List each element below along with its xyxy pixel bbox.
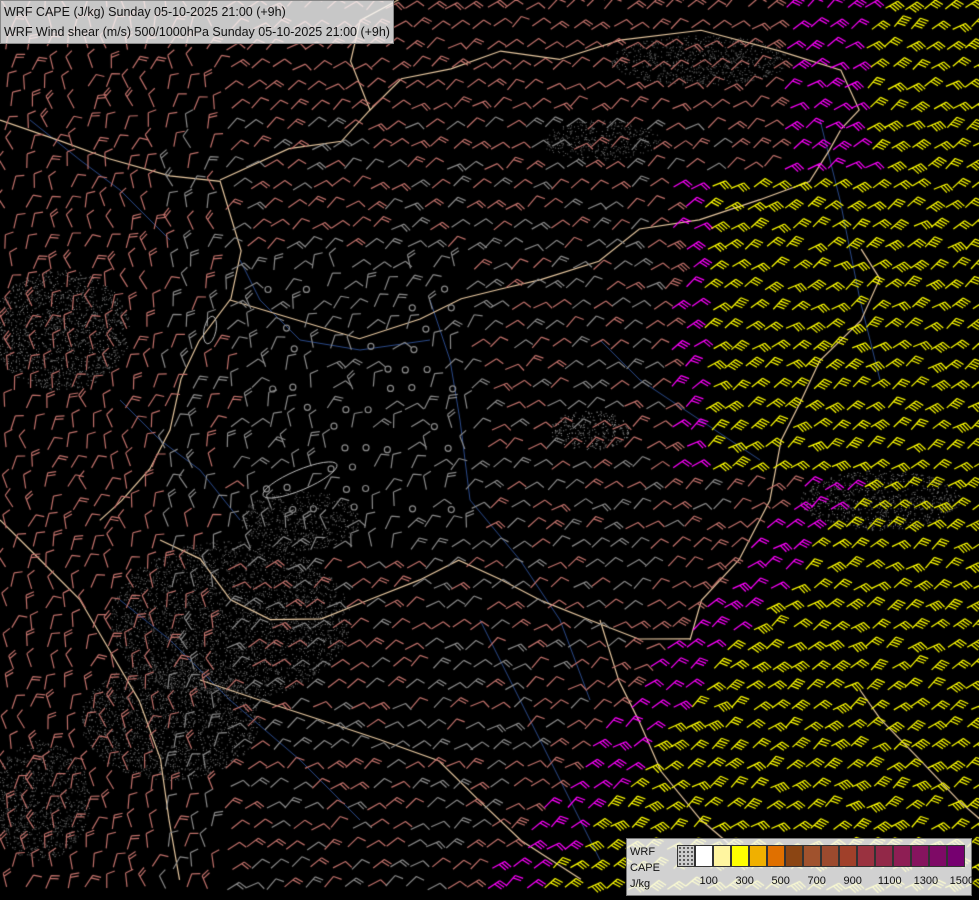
legend-swatch bbox=[821, 845, 839, 867]
legend-swatch bbox=[857, 845, 875, 867]
legend-swatch bbox=[785, 845, 803, 867]
legend-swatch bbox=[911, 845, 929, 867]
legend-swatch bbox=[875, 845, 893, 867]
legend-label-block: WRF CAPE J/kg bbox=[630, 844, 660, 892]
legend-swatch bbox=[695, 845, 713, 867]
legend-tick-label: 1500 bbox=[949, 875, 975, 887]
legend-swatch bbox=[893, 845, 911, 867]
legend-tick-label: 500 bbox=[771, 875, 790, 887]
legend-swatch bbox=[713, 845, 731, 867]
legend-swatch bbox=[947, 845, 965, 867]
legend-label-wrf: WRF bbox=[630, 846, 656, 858]
title-wind-shear: WRF Wind shear (m/s) 500/1000hPa Sunday … bbox=[4, 25, 390, 39]
legend-tick-label: 1100 bbox=[877, 875, 902, 887]
legend-swatch bbox=[803, 845, 821, 867]
title-cape: WRF CAPE (J/kg) Sunday 05-10-2025 21:00 … bbox=[4, 5, 286, 19]
legend-swatch bbox=[839, 845, 857, 867]
legend-swatch bbox=[731, 845, 749, 867]
legend-tick-label: 100 bbox=[699, 875, 718, 887]
legend-tick-label: 700 bbox=[807, 875, 826, 887]
legend-swatch bbox=[929, 845, 947, 867]
legend-swatch bbox=[749, 845, 767, 867]
legend-tick-label: 1300 bbox=[913, 875, 939, 887]
legend-color-scale bbox=[677, 845, 965, 867]
map-title-box: WRF CAPE (J/kg) Sunday 05-10-2025 21:00 … bbox=[0, 0, 394, 44]
cape-legend: WRF CAPE J/kg 100 300 500 700 900 1100 1300 150… bbox=[626, 838, 974, 896]
legend-swatch bbox=[677, 845, 695, 867]
weather-map[interactable] bbox=[0, 0, 979, 900]
legend-label-cape: CAPE bbox=[630, 862, 660, 874]
legend-tick-label: 300 bbox=[735, 875, 754, 887]
legend-tick-row: 100 300 500 700 900 1100 1300 1500 bbox=[677, 875, 974, 889]
legend-swatch bbox=[767, 845, 785, 867]
legend-label-unit: J/kg bbox=[630, 878, 651, 890]
legend-tick-label: 900 bbox=[843, 875, 862, 887]
